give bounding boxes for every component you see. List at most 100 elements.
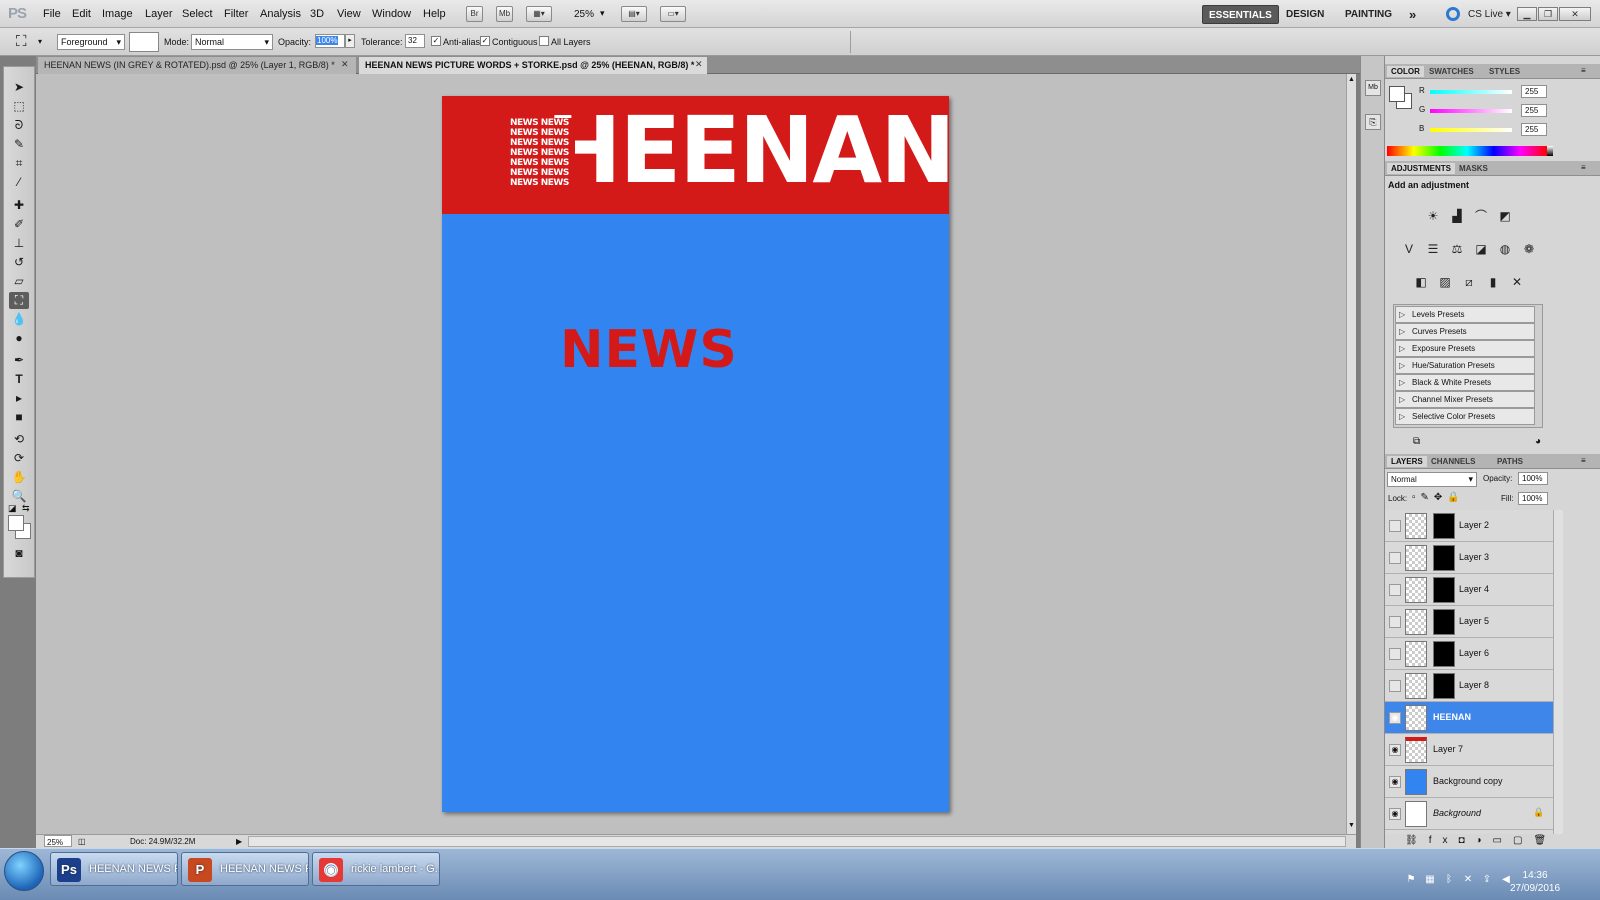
eye-icon[interactable]: ◉ — [1389, 712, 1401, 724]
lasso-tool-icon[interactable]: ᘐ — [9, 117, 29, 134]
workspace-painting[interactable]: PAINTING — [1339, 5, 1398, 24]
taskbar-chrome[interactable]: ◉ rickie lambert - G... — [312, 852, 440, 886]
paint-bucket-tool-icon[interactable]: ⛶ — [9, 292, 29, 309]
selective-color-icon[interactable]: ✕ — [1509, 274, 1525, 290]
anti-alias-checkbox[interactable]: ✓ — [431, 36, 441, 46]
crop-tool-icon[interactable]: ⌗ — [9, 155, 29, 172]
visibility-toggle[interactable] — [1389, 552, 1401, 564]
channel-b-slider[interactable] — [1430, 128, 1512, 132]
preset-exposure[interactable]: Exposure Presets — [1395, 340, 1535, 357]
panel-menu-icon[interactable]: ≡ — [1581, 456, 1586, 465]
photo-filter-icon[interactable]: ◍ — [1497, 241, 1513, 257]
default-colors-icon[interactable]: ◪ — [8, 503, 17, 514]
view-extras-icon[interactable]: ▦▾ — [526, 6, 552, 22]
clock[interactable]: 14:36 27/09/2016 — [1510, 869, 1560, 895]
tray-upload-icon[interactable]: ⇪ — [1480, 873, 1494, 887]
panel-menu-icon[interactable]: ≡ — [1581, 163, 1586, 172]
taskbar-powerpoint[interactable]: P HEENAN NEWS P... — [181, 852, 309, 886]
cs-live-icon[interactable] — [1446, 7, 1460, 21]
zoom-level[interactable]: 25% — [574, 9, 594, 20]
tray-flag-icon[interactable]: ⚑ — [1404, 873, 1418, 887]
preset-hue-saturation[interactable]: Hue/Saturation Presets — [1395, 357, 1535, 374]
tab-masks[interactable]: MASKS — [1455, 163, 1492, 174]
canvas-vertical-scrollbar[interactable]: ▲ ▼ — [1346, 74, 1356, 834]
preset-selective-color[interactable]: Selective Color Presets — [1395, 408, 1535, 425]
preset-channel-mixer[interactable]: Channel Mixer Presets — [1395, 391, 1535, 408]
history-panel-icon[interactable]: ⎘ — [1365, 114, 1381, 130]
tray-network-icon[interactable]: ▦ — [1423, 873, 1437, 887]
document-canvas[interactable]: HEENAN NEWS NEWS NEWS NEWS NEWS NEWS NEW… — [442, 96, 956, 812]
cs-live-menu[interactable]: CS Live ▾ — [1462, 5, 1517, 24]
tab-heenan-news-picture-words[interactable]: HEENAN NEWS PICTURE WORDS + STORKE.psd @… — [359, 57, 707, 74]
status-menu-arrow-icon[interactable]: ▶ — [236, 835, 242, 848]
quick-select-tool-icon[interactable]: ✎ — [9, 136, 29, 153]
visibility-toggle[interactable] — [1389, 616, 1401, 628]
close-button[interactable]: ✕ — [1559, 7, 1591, 21]
layer-row[interactable]: Layer 8 — [1385, 670, 1553, 702]
channel-mixer-icon[interactable]: ❁ — [1521, 241, 1537, 257]
eye-icon[interactable]: ◉ — [1389, 776, 1401, 788]
screen-mode-icon[interactable]: ▭▾ — [660, 6, 686, 22]
layer-footer-icons[interactable]: ⛓fx◘◑▭▢🗑 — [1405, 835, 1557, 846]
3d-rotate-tool-icon[interactable]: ⟲ — [9, 431, 29, 448]
tab-channels[interactable]: CHANNELS — [1427, 456, 1479, 467]
adjustment-options-icon[interactable]: ◕ — [1535, 436, 1541, 447]
menu-filter[interactable]: Filter — [224, 8, 248, 20]
layer-row[interactable]: Layer 3 — [1385, 542, 1553, 574]
eraser-tool-icon[interactable]: ▱ — [9, 273, 29, 290]
tab-adjustments[interactable]: ADJUSTMENTS — [1387, 163, 1456, 174]
channel-g-input[interactable]: 255 — [1521, 104, 1547, 117]
workspace-essentials[interactable]: ESSENTIALS — [1202, 5, 1279, 24]
menu-select[interactable]: Select — [182, 8, 213, 20]
levels-icon[interactable]: ▟ — [1449, 208, 1465, 224]
brush-tool-icon[interactable]: ✐ — [9, 216, 29, 233]
pen-tool-icon[interactable]: ✒ — [9, 352, 29, 369]
hand-tool-icon[interactable]: ✋ — [9, 469, 29, 486]
opacity-input[interactable]: 100% — [315, 34, 345, 48]
panel-menu-icon[interactable]: ≡ — [1581, 66, 1586, 75]
invert-icon[interactable]: ◧ — [1413, 274, 1429, 290]
black-white-ramp[interactable] — [1547, 146, 1553, 156]
healing-brush-tool-icon[interactable]: ✚ — [9, 197, 29, 214]
color-spectrum-ramp[interactable] — [1387, 146, 1547, 156]
mode-select[interactable]: Normal — [191, 34, 273, 50]
layer-row[interactable]: ◉ Layer 7 — [1385, 734, 1553, 766]
channel-g-slider[interactable] — [1430, 109, 1512, 113]
blur-tool-icon[interactable]: 💧 — [9, 311, 29, 328]
menu-view[interactable]: View — [337, 8, 361, 20]
restore-button[interactable]: ❐ — [1538, 7, 1558, 21]
contiguous-checkbox[interactable]: ✓ — [480, 36, 490, 46]
history-brush-tool-icon[interactable]: ↺ — [9, 254, 29, 271]
opacity-slider-arrow-icon[interactable]: ▸ — [345, 34, 355, 48]
taskbar-photoshop[interactable]: Ps HEENAN NEWS PI... — [50, 852, 178, 886]
channel-r-input[interactable]: 255 — [1521, 85, 1547, 98]
visibility-toggle[interactable] — [1389, 680, 1401, 692]
tolerance-input[interactable]: 32 — [405, 34, 425, 48]
all-layers-checkbox[interactable] — [539, 36, 549, 46]
menu-edit[interactable]: Edit — [72, 8, 91, 20]
quick-mask-icon[interactable]: ◙ — [9, 545, 29, 562]
menu-3d[interactable]: 3D — [310, 8, 324, 20]
tray-bluetooth-icon[interactable]: ᛒ — [1442, 873, 1456, 887]
preset-levels[interactable]: Levels Presets — [1395, 306, 1535, 323]
curves-icon[interactable]: ⌒ — [1473, 208, 1489, 224]
scroll-up-icon[interactable]: ▲ — [1348, 76, 1355, 83]
menu-file[interactable]: File — [43, 8, 61, 20]
tab-paths[interactable]: PATHS — [1493, 456, 1527, 467]
vibrance-icon[interactable]: V — [1401, 241, 1417, 257]
blend-mode-select[interactable]: Normal — [1387, 472, 1477, 487]
start-button[interactable] — [4, 851, 44, 891]
paint-bucket-tool-preset-icon[interactable]: ⛶ — [16, 33, 27, 50]
status-zoom[interactable]: 25% — [44, 835, 72, 847]
marquee-tool-icon[interactable]: ⬚ — [9, 98, 29, 115]
preset-curves[interactable]: Curves Presets — [1395, 323, 1535, 340]
posterize-icon[interactable]: ▨ — [1437, 274, 1453, 290]
layer-row[interactable]: Layer 6 — [1385, 638, 1553, 670]
layer-row[interactable]: ◉ Background copy — [1385, 766, 1553, 798]
visibility-toggle[interactable] — [1389, 520, 1401, 532]
mini-bridge-button[interactable]: Mb — [496, 6, 513, 22]
workspace-more-button[interactable]: » — [1403, 5, 1422, 24]
menu-analysis[interactable]: Analysis — [260, 8, 301, 20]
canvas-horizontal-scrollbar[interactable] — [248, 836, 1346, 847]
swap-colors-icon[interactable]: ⇆ — [22, 503, 30, 514]
